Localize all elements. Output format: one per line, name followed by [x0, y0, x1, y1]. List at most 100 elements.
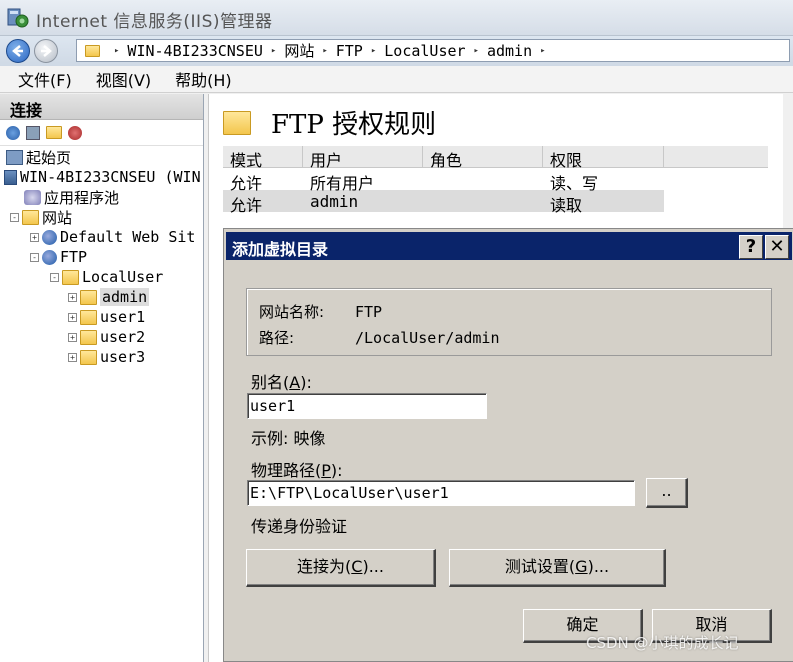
label-text: 物理路径(: [251, 461, 322, 480]
page-heading: FTP 授权规则: [223, 104, 436, 141]
tree-item-ftp[interactable]: - FTP: [30, 247, 87, 267]
physical-path-input[interactable]: E:\FTP\LocalUser\user1: [247, 480, 635, 506]
tree-label: admin: [100, 288, 150, 306]
access-key: A: [289, 373, 301, 392]
label-text: 别名(: [251, 373, 290, 392]
dialog-title-bar: 添加虚拟目录 ? ✕: [226, 232, 792, 260]
dialog-title: 添加虚拟目录: [232, 240, 329, 259]
save-icon[interactable]: [26, 125, 40, 140]
collapse-icon[interactable]: -: [30, 252, 39, 262]
breadcrumb-separator: ▸: [473, 45, 479, 56]
tree-item-start-page[interactable]: 起始页: [6, 147, 71, 167]
breadcrumb-separator: ▸: [370, 45, 377, 56]
breadcrumb-localuser[interactable]: LocalUser: [384, 42, 465, 60]
menu-bar: 文件(F) 视图(V) 帮助(H): [0, 66, 793, 93]
expand-icon[interactable]: +: [30, 232, 39, 242]
access-key: G: [575, 557, 588, 576]
browse-button[interactable]: ..: [646, 478, 688, 508]
tree-label: user2: [100, 328, 146, 346]
alias-input[interactable]: user1: [247, 393, 487, 419]
server-icon: [4, 169, 17, 185]
expand-icon[interactable]: +: [68, 292, 77, 302]
disconnect-icon[interactable]: [68, 125, 82, 140]
site-name-label: 网站名称:: [259, 303, 325, 321]
breadcrumb-separator: ▸: [540, 45, 546, 56]
breadcrumb-admin[interactable]: admin: [487, 42, 532, 60]
label-text: )...: [587, 557, 610, 576]
tree-label: user3: [100, 348, 146, 366]
globe-icon: [42, 249, 57, 265]
help-button[interactable]: ?: [739, 235, 763, 259]
folder-icon: [85, 44, 100, 57]
expand-icon[interactable]: +: [68, 312, 77, 322]
page-title: FTP 授权规则: [271, 110, 437, 140]
tree-item-localuser[interactable]: - LocalUser: [50, 267, 163, 287]
tree-item-default-web-site[interactable]: + Default Web Sit: [30, 227, 195, 247]
breadcrumb-separator: ▸: [322, 45, 328, 56]
collapse-icon[interactable]: -: [50, 272, 59, 282]
connections-toolbar: [0, 120, 203, 146]
test-settings-button[interactable]: 测试设置(G)...: [449, 549, 666, 587]
menu-help[interactable]: 帮助(H): [175, 67, 232, 91]
breadcrumb-sites[interactable]: 网站: [284, 40, 314, 61]
expand-icon[interactable]: +: [68, 332, 77, 342]
site-name-row: 网站名称: FTP: [259, 301, 382, 322]
up-folder-icon[interactable]: [46, 126, 62, 139]
forward-button[interactable]: [34, 39, 58, 63]
close-button[interactable]: ✕: [765, 235, 789, 259]
access-key: C: [351, 557, 363, 576]
sites-icon: [22, 209, 39, 225]
start-page-icon: [6, 149, 23, 165]
expand-icon[interactable]: +: [68, 352, 77, 362]
table-cell: admin: [310, 192, 359, 211]
tree-item-user3[interactable]: + user3: [68, 347, 145, 367]
tree-item-sites[interactable]: - 网站: [10, 207, 72, 227]
path-row: 路径: /LocalUser/admin: [259, 327, 500, 348]
tree-item-user1[interactable]: + user1: [68, 307, 145, 327]
tree-item-user2[interactable]: + user2: [68, 327, 145, 347]
label-text: ):: [300, 373, 312, 392]
back-button[interactable]: [6, 39, 30, 63]
table-row[interactable]: 允许 admin 读取: [223, 190, 664, 215]
tree-label: 应用程序池: [44, 188, 120, 207]
column-header-mode[interactable]: 模式: [223, 146, 303, 170]
collapse-icon[interactable]: -: [10, 212, 19, 222]
example-text: 示例: 映像: [251, 429, 326, 448]
path-value: /LocalUser/admin: [355, 329, 500, 347]
tree-item-server[interactable]: WIN-4BI233CNSEU (WIN: [4, 167, 201, 187]
label-text: ):: [330, 461, 343, 480]
arrow-right-icon: [41, 45, 52, 57]
address-bar[interactable]: ▸ WIN-4BI233CNSEU ▸ 网站 ▸ FTP ▸ LocalUser…: [76, 39, 790, 62]
menu-file[interactable]: 文件(F): [18, 67, 72, 91]
app-pool-icon: [24, 189, 41, 205]
folder-icon: [80, 329, 97, 345]
table-cell: 允许: [230, 196, 263, 215]
connect-as-button[interactable]: 连接为(C)...: [246, 549, 436, 587]
tree-label: Default Web Sit: [60, 228, 196, 246]
column-header-permission[interactable]: 权限: [543, 146, 664, 170]
breadcrumb-server[interactable]: WIN-4BI233CNSEU: [127, 42, 262, 60]
folder-icon: [223, 110, 251, 135]
table-header: 模式 用户 角色 权限: [223, 146, 768, 170]
tree-item-admin[interactable]: + admin: [68, 287, 150, 307]
label-text: 连接为(: [297, 557, 352, 576]
globe-icon: [42, 229, 57, 245]
access-key: P: [321, 461, 331, 480]
breadcrumb-separator: ▸: [270, 45, 277, 56]
arrow-left-icon: [12, 45, 23, 57]
column-header-role[interactable]: 角色: [423, 146, 543, 170]
table-cell: 读、写: [550, 174, 599, 193]
folder-icon: [80, 309, 97, 325]
column-header-user[interactable]: 用户: [303, 146, 423, 170]
table-cell: 所有用户: [310, 174, 375, 193]
tree-item-app-pools[interactable]: 应用程序池: [24, 187, 119, 207]
label-text: )...: [362, 557, 384, 576]
folder-icon: [80, 349, 97, 365]
tree-label: 网站: [42, 208, 73, 227]
menu-view[interactable]: 视图(V): [96, 67, 151, 91]
connect-icon[interactable]: [6, 125, 20, 140]
breadcrumb-ftp[interactable]: FTP: [336, 42, 363, 60]
address-row: ▸ WIN-4BI233CNSEU ▸ 网站 ▸ FTP ▸ LocalUser…: [0, 36, 793, 66]
tree-label: FTP: [60, 248, 88, 266]
table-row[interactable]: 允许 所有用户 读、写: [223, 168, 768, 193]
